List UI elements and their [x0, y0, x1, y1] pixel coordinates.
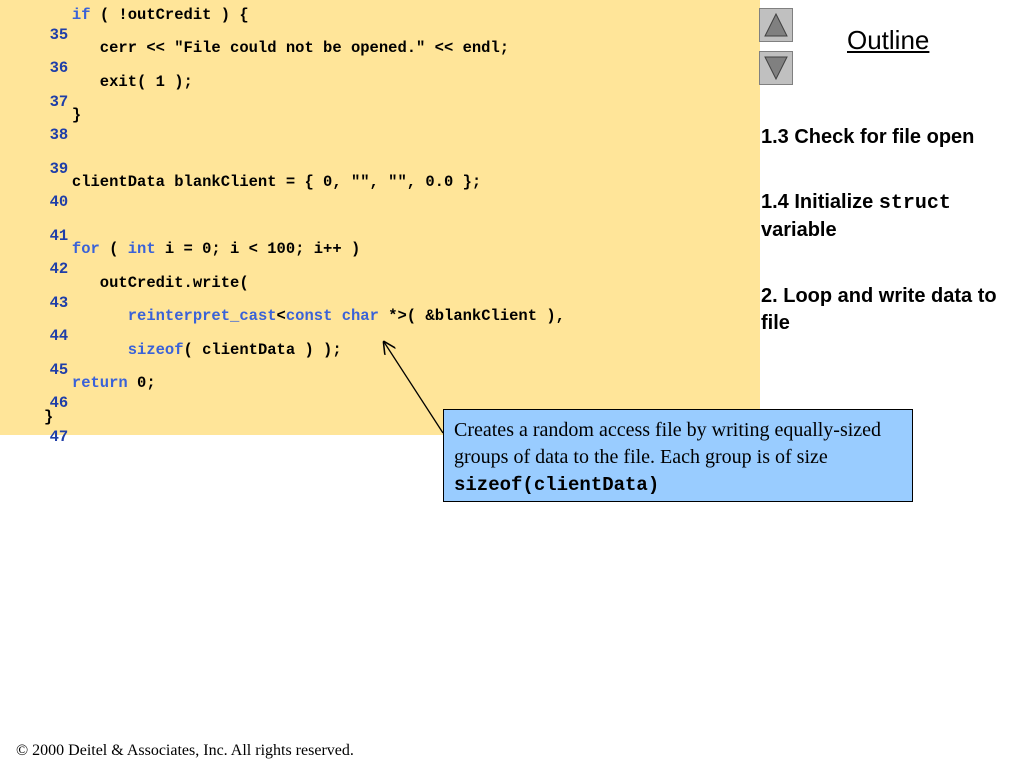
code-text: exit( 1 );: [44, 73, 193, 91]
code-text: }: [44, 408, 54, 426]
code-line-46: 46 return 0;: [0, 373, 156, 412]
code-line-38: 38 }: [0, 105, 82, 144]
keyword: const: [285, 307, 333, 325]
triangle-up-icon: [764, 12, 788, 37]
code-text: reinterpret_cast<const char *>( &blankCl…: [127, 307, 565, 325]
keyword: sizeof: [127, 341, 184, 359]
code-text: clientData blankClient = { 0, "", "", 0.…: [44, 173, 482, 191]
code-line-35: 35 if ( !outCredit ) {: [0, 5, 249, 44]
keyword: if: [71, 6, 91, 24]
callout-box: Creates a random access file by writing …: [443, 409, 913, 502]
code-line-39: 39: [0, 139, 69, 178]
code-text: outCredit.write(: [44, 274, 249, 292]
code-text: return 0;: [71, 374, 156, 392]
code-text: for ( int i = 0; i < 100; i++ ): [71, 240, 361, 258]
callout-code: sizeof(clientData): [454, 474, 660, 496]
code-line-45: 45 sizeof( clientData ) );: [0, 340, 342, 379]
code-line-47: 47 }: [0, 407, 68, 446]
code-text: sizeof( clientData ) );: [127, 341, 342, 359]
line-number: 47: [49, 428, 69, 446]
code-line-42: 42 for ( int i = 0; i < 100; i++ ): [0, 239, 361, 278]
copyright-footer: © 2000 Deitel & Associates, Inc. All rig…: [16, 742, 354, 759]
keyword: return: [71, 374, 128, 392]
code-line-41: 41: [0, 206, 69, 245]
code-panel: 35 if ( !outCredit ) { 36 cerr << "File …: [0, 0, 760, 446]
keyword: char: [341, 307, 379, 325]
code-line-37: 37 exit( 1 );: [0, 72, 193, 111]
code-line-43: 43 outCredit.write(: [0, 273, 249, 312]
callout-text: Creates a random access file by writing …: [454, 419, 882, 468]
previous-slide-button[interactable]: [759, 8, 793, 42]
next-slide-button[interactable]: [759, 51, 793, 85]
code-line-40: 40 clientData blankClient = { 0, "", "",…: [0, 172, 482, 211]
keyword: reinterpret_cast: [127, 307, 277, 325]
outline-item-check-file-open: 1.3 Check for file open: [761, 126, 975, 148]
code-text: cerr << "File could not be opened." << e…: [44, 39, 510, 57]
outline-item-initialize-struct: 1.4 Initialize struct variable: [761, 191, 951, 241]
outline-item-loop-write: 2. Loop and write data to file: [761, 285, 997, 334]
keyword: int: [127, 240, 156, 258]
keyword: for: [71, 240, 100, 258]
code-line-36: 36 cerr << "File could not be opened." <…: [0, 38, 509, 77]
triangle-down-icon: [764, 56, 788, 81]
outline-link[interactable]: Outline: [847, 25, 929, 56]
code-text: if ( !outCredit ) {: [71, 6, 249, 24]
code-text: }: [44, 106, 82, 124]
inline-code: struct: [878, 192, 951, 215]
code-line-44: 44 reinterpret_cast<const char *>( &blan…: [0, 306, 565, 345]
